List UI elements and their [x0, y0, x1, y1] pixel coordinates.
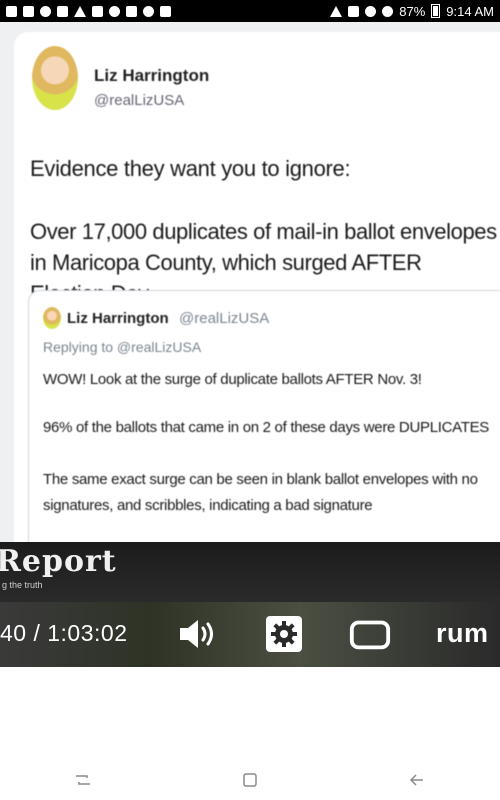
notification-icon: [6, 5, 17, 17]
send-icon: [74, 5, 86, 17]
player-controls: 40 / 1:03:02 rum: [0, 612, 500, 658]
back-button[interactable]: [397, 765, 437, 795]
dnd-icon: [382, 5, 394, 17]
cloud-icon: [143, 5, 154, 17]
quoted-avatar: [43, 307, 61, 329]
banner-subtitle: g the truth: [2, 580, 43, 590]
tweet-card: Liz Harrington @realLizUSA Evidence they…: [14, 32, 500, 592]
volume-button[interactable]: [176, 614, 220, 654]
tweet-text-line1: Evidence they want you to ignore:: [30, 156, 351, 181]
video-frame[interactable]: Liz Harrington @realLizUSA Evidence they…: [0, 22, 500, 667]
report-banner: Report g the truth: [0, 542, 500, 602]
navigation-bar: [0, 760, 500, 800]
replying-to: Replying to @realLizUSA: [43, 339, 202, 355]
status-notification-icons: [6, 5, 171, 17]
folder-icon: [23, 5, 34, 17]
recents-icon: [76, 775, 91, 785]
alert-icon: [330, 5, 343, 17]
status-bar: 87% 9:14 AM: [0, 0, 500, 22]
back-icon: [409, 774, 423, 786]
app-icon: [40, 5, 51, 17]
image-icon: [57, 5, 68, 17]
quoted-paragraph-3: The same exact surge can be seen in blan…: [43, 471, 478, 514]
screen-icon: [160, 5, 171, 17]
banner-title: Report: [0, 544, 117, 579]
location-icon: [109, 5, 120, 17]
fullscreen-button[interactable]: [348, 614, 392, 654]
home-icon: [243, 773, 257, 787]
gear-icon: [266, 616, 302, 652]
recents-button[interactable]: [63, 765, 103, 795]
home-button[interactable]: [230, 765, 270, 795]
wifi-icon: [365, 5, 377, 17]
settings-button[interactable]: [262, 614, 306, 654]
tweet-author-handle: @realLizUSA: [94, 92, 185, 109]
quoted-paragraph-2: 96% of the ballots that came in on 2 of …: [43, 419, 489, 436]
avatar: [32, 46, 78, 110]
fullscreen-icon: [349, 620, 391, 650]
volume-icon: [180, 620, 213, 648]
rumble-logo[interactable]: rum: [436, 618, 489, 649]
quoted-author-name: Liz Harrington: [67, 310, 169, 327]
clock: 9:14 AM: [446, 3, 494, 19]
battery-percent: 87%: [399, 3, 426, 19]
mute-icon: [348, 5, 360, 17]
youtube-icon: [92, 5, 103, 17]
tweet-author-name: Liz Harrington: [94, 66, 210, 85]
time-display: 40 / 1:03:02: [0, 620, 128, 646]
download-icon: [126, 5, 137, 17]
status-system-icons: 87% 9:14 AM: [330, 4, 494, 19]
quoted-author-handle: @realLizUSA: [179, 310, 270, 327]
quoted-paragraph-1: WOW! Look at the surge of duplicate ball…: [43, 371, 422, 388]
battery-icon: [431, 4, 441, 18]
